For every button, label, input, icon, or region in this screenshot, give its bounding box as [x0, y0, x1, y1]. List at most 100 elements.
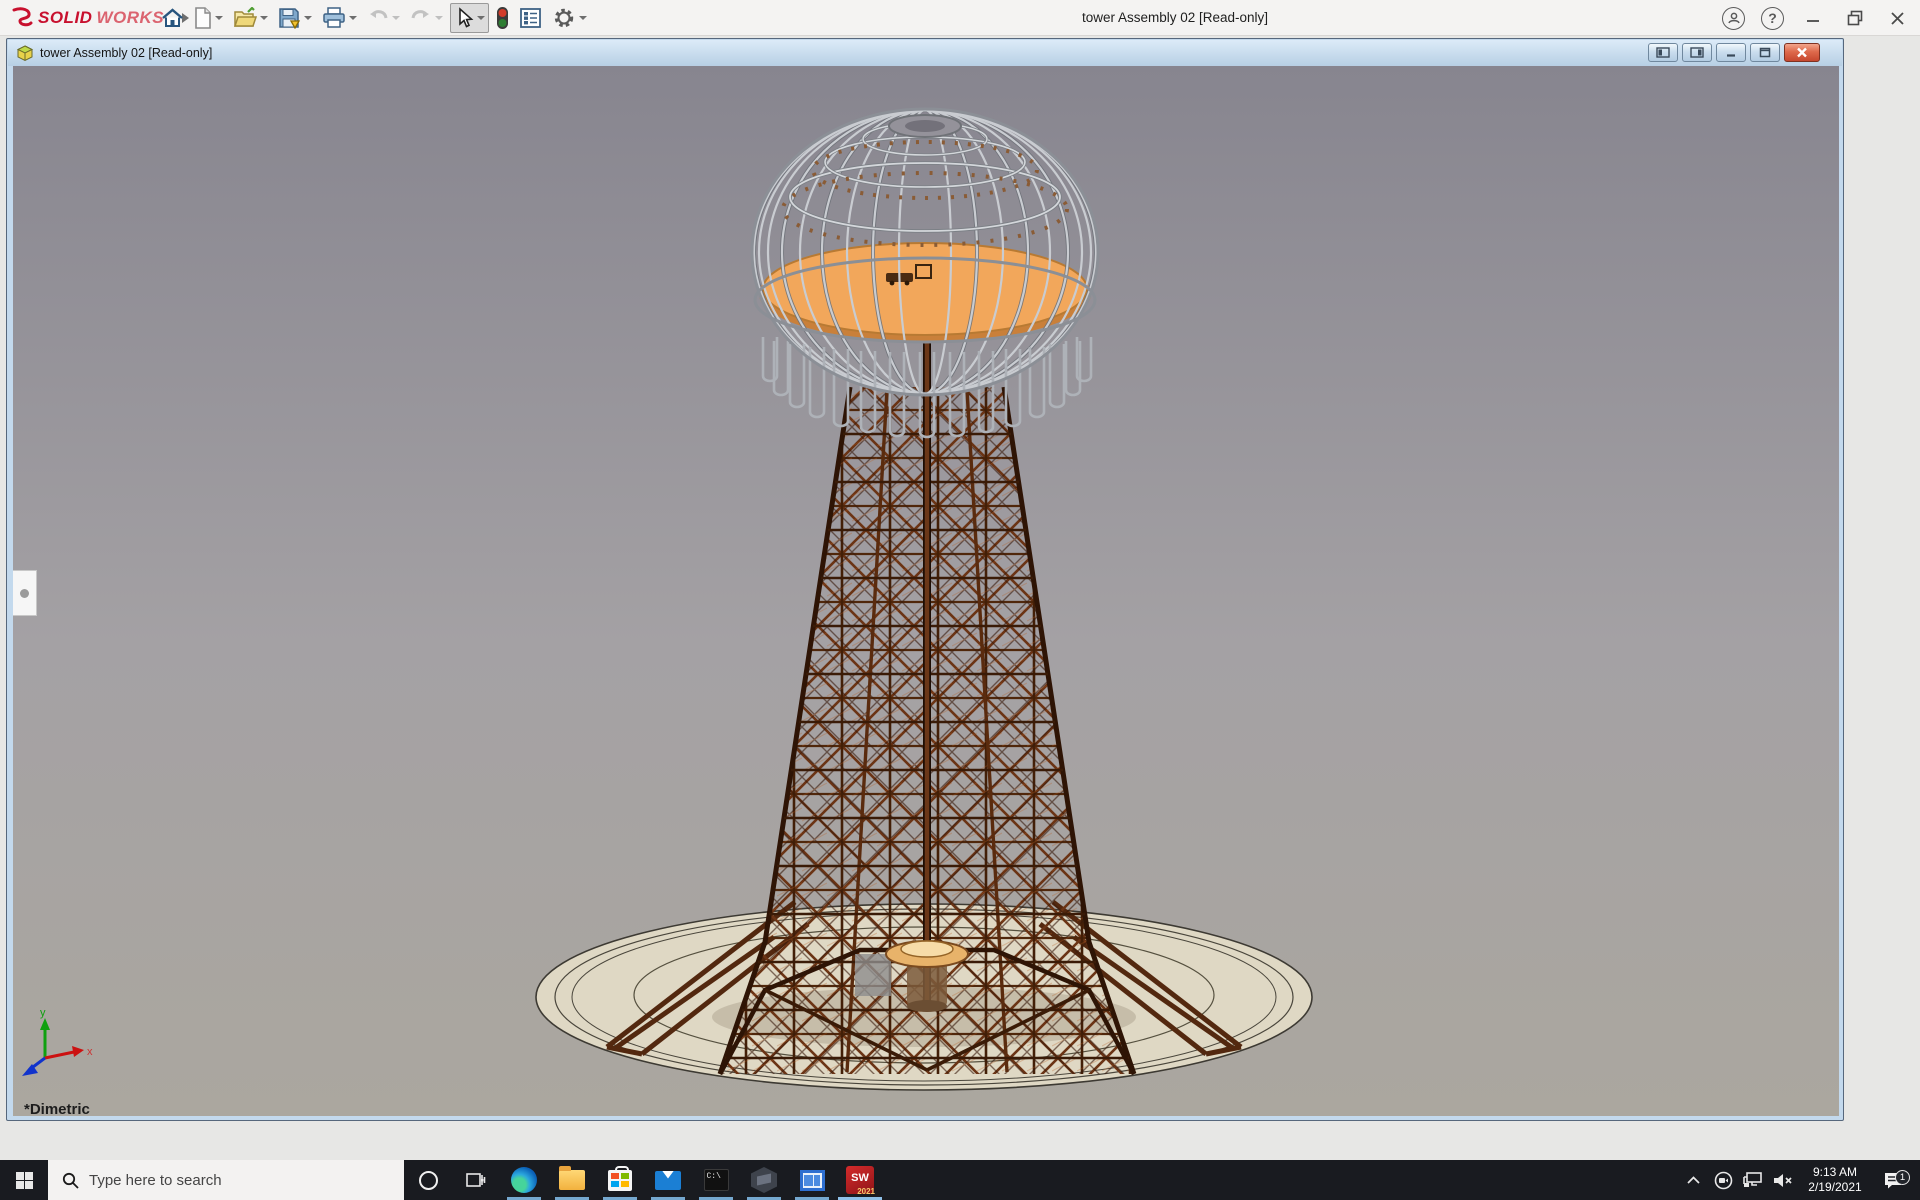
taskbar-app-terminal[interactable]: C:\: [692, 1160, 740, 1200]
brand-text-works: WORKS: [96, 8, 164, 28]
meet-now-icon: [1714, 1171, 1733, 1190]
microsoft-store-icon: [608, 1170, 632, 1191]
undo-icon: [367, 8, 389, 28]
file-properties-button[interactable]: [516, 3, 545, 33]
taskbar-clock[interactable]: 9:13 AM 2/19/2021: [1798, 1165, 1872, 1195]
cortana-button[interactable]: [404, 1160, 452, 1200]
select-tool-button[interactable]: [450, 3, 489, 33]
taskbar-app-edge[interactable]: [500, 1160, 548, 1200]
performance-indicator-icon: [496, 6, 509, 30]
triad-x-label: x: [87, 1046, 93, 1058]
file-explorer-icon: [559, 1170, 585, 1190]
taskbar-app-file-explorer[interactable]: [548, 1160, 596, 1200]
home-button[interactable]: [158, 3, 187, 33]
save-icon: [278, 7, 301, 29]
windows-taskbar: Type here to search C:\ SW2021 9:13: [0, 1160, 1920, 1200]
select-tool-dropdown[interactable]: [477, 16, 485, 20]
windows-logo-icon: [16, 1172, 33, 1189]
home-icon: [161, 7, 184, 29]
options-dropdown[interactable]: [579, 16, 587, 20]
start-button[interactable]: [0, 1160, 48, 1200]
triad-y-label: y: [40, 1007, 46, 1019]
taskbar-app-media[interactable]: [788, 1160, 836, 1200]
system-tray: 9:13 AM 2/19/2021 1: [1678, 1160, 1920, 1200]
document-window-controls: [1648, 43, 1820, 62]
brand-text-solid: SOLID: [38, 8, 92, 28]
clock-time: 9:13 AM: [1800, 1165, 1870, 1180]
meet-now-button[interactable]: [1708, 1160, 1738, 1200]
print-button[interactable]: [319, 3, 360, 33]
command-prompt-icon: C:\: [704, 1169, 729, 1191]
task-view-button[interactable]: [452, 1160, 500, 1200]
assembly-document-icon: [16, 45, 34, 62]
undo-button[interactable]: [364, 3, 403, 33]
doc-minimize-button[interactable]: [1716, 43, 1746, 62]
select-cursor-icon: [454, 7, 474, 29]
clock-date: 2/19/2021: [1800, 1180, 1870, 1195]
save-button[interactable]: [275, 3, 315, 33]
pane-right-button[interactable]: [1682, 43, 1712, 62]
taskbar-app-solidworks[interactable]: SW2021: [836, 1160, 884, 1200]
document-titlebar[interactable]: tower Assembly 02 [Read-only]: [8, 40, 1842, 66]
new-document-button[interactable]: [191, 3, 226, 33]
open-folder-icon: [233, 7, 257, 29]
taskbar-app-list: C:\ SW2021: [500, 1160, 884, 1200]
ethernet-network-icon: [1743, 1171, 1763, 1189]
close-button[interactable]: [1884, 5, 1910, 31]
restore-button[interactable]: [1842, 5, 1868, 31]
redo-button[interactable]: [407, 3, 446, 33]
undo-dropdown[interactable]: [392, 16, 400, 20]
mail-icon: [655, 1171, 681, 1190]
edge-icon: [511, 1167, 537, 1193]
open-dropdown[interactable]: [260, 16, 268, 20]
notification-count-badge: 1: [1895, 1170, 1910, 1185]
options-gear-icon: [552, 6, 576, 30]
view-orientation-label: *Dimetric: [24, 1101, 90, 1116]
redo-dropdown[interactable]: [435, 16, 443, 20]
redo-icon: [410, 8, 432, 28]
volume-button[interactable]: [1768, 1160, 1798, 1200]
taskbar-search[interactable]: Type here to search: [48, 1160, 404, 1200]
graphics-viewport[interactable]: x y *Dimetric: [13, 66, 1839, 1116]
pane-left-button[interactable]: [1648, 43, 1678, 62]
chevron-up-icon: [1687, 1176, 1700, 1184]
model-scene: x y *Dimetric: [13, 66, 1839, 1116]
new-document-icon: [194, 7, 212, 29]
tray-overflow-button[interactable]: [1678, 1160, 1708, 1200]
new-document-dropdown[interactable]: [215, 16, 223, 20]
quick-access-toolbar: [158, 0, 594, 36]
options-button[interactable]: [549, 3, 590, 33]
cortana-icon: [419, 1171, 438, 1190]
doc-restore-button[interactable]: [1750, 43, 1780, 62]
application-title: tower Assembly 02 [Read-only]: [1020, 0, 1330, 36]
volume-muted-icon: [1773, 1172, 1794, 1189]
search-icon: [62, 1172, 79, 1189]
print-dropdown[interactable]: [349, 16, 357, 20]
print-icon: [322, 7, 346, 29]
hexagon-app-icon: [751, 1167, 777, 1193]
solidworks-logo-mark: [10, 7, 34, 29]
panel-flyout-handle[interactable]: [13, 570, 37, 616]
account-icon[interactable]: [1722, 7, 1745, 30]
help-icon[interactable]: ?: [1761, 7, 1784, 30]
appbar-right-controls: ?: [1722, 0, 1910, 36]
dome-top-opening: [889, 115, 961, 137]
save-dropdown[interactable]: [304, 16, 312, 20]
file-properties-icon: [519, 7, 542, 29]
search-placeholder: Type here to search: [89, 1172, 222, 1189]
document-window: tower Assembly 02 [Read-only]: [6, 38, 1844, 1121]
performance-button[interactable]: [493, 3, 512, 33]
minimize-button[interactable]: [1800, 5, 1826, 31]
solidworks-app-icon: SW2021: [846, 1166, 874, 1194]
task-view-icon: [466, 1171, 486, 1189]
action-center-button[interactable]: 1: [1872, 1171, 1914, 1190]
application-titlebar: SOLIDWORKS: [0, 0, 1920, 36]
network-button[interactable]: [1738, 1160, 1768, 1200]
taskbar-app-mail[interactable]: [644, 1160, 692, 1200]
taskbar-app-store[interactable]: [596, 1160, 644, 1200]
open-button[interactable]: [230, 3, 271, 33]
doc-close-button[interactable]: [1784, 43, 1820, 62]
document-title: tower Assembly 02 [Read-only]: [40, 46, 212, 60]
taskbar-app-hexagon[interactable]: [740, 1160, 788, 1200]
media-app-icon: [800, 1170, 825, 1191]
